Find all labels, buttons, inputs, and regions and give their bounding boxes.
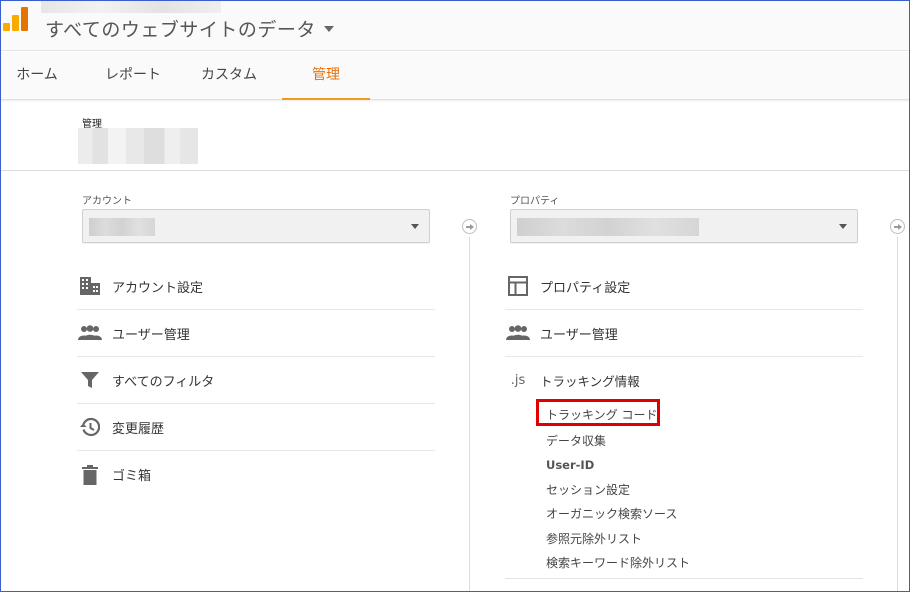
property-select-value-redacted	[517, 218, 699, 236]
all-filters-label: すべてのフィルタ	[112, 374, 215, 390]
layout-icon	[506, 274, 530, 298]
people-icon	[78, 321, 102, 345]
account-settings-label: アカウント設定	[112, 280, 204, 296]
caret-down-icon	[323, 25, 334, 32]
data-collection-link[interactable]: データ収集	[546, 432, 606, 449]
session-settings-link[interactable]: セッション設定	[546, 481, 630, 498]
arrow-right-icon	[890, 219, 905, 234]
column-divider	[897, 237, 898, 591]
dropdown-arrow-icon	[411, 224, 419, 229]
analytics-logo-icon[interactable]	[1, 5, 31, 33]
tracking-info-label: トラッキング情報	[540, 374, 640, 389]
main-tabs: ホーム レポート カスタム 管理	[1, 52, 909, 100]
section-divider	[1, 170, 909, 171]
trash-icon	[78, 463, 102, 487]
top-bar: すべてのウェブサイトのデータ	[1, 1, 909, 51]
property-select[interactable]	[510, 209, 858, 243]
tab-home[interactable]: ホーム	[1, 52, 73, 100]
column-divider	[469, 237, 470, 591]
tracking-code-link[interactable]: トラッキング コード	[546, 406, 657, 423]
view-selector[interactable]: すべてのウェブサイトのデータ	[45, 15, 334, 42]
filter-icon	[78, 368, 102, 392]
building-icon	[78, 274, 102, 298]
user-id-link[interactable]: User-ID	[546, 458, 594, 472]
dropdown-arrow-icon	[839, 224, 847, 229]
arrow-right-icon	[462, 219, 477, 234]
referral-exclusion-list-link[interactable]: 参照元除外リスト	[546, 530, 642, 547]
search-term-exclusion-list-link[interactable]: 検索キーワード除外リスト	[546, 554, 690, 571]
account-breadcrumb-redacted	[41, 1, 221, 13]
account-user-management-label: ユーザー管理	[112, 327, 190, 343]
account-name-redacted	[78, 128, 198, 164]
organic-search-sources-link[interactable]: オーガニック検索ソース	[546, 505, 677, 522]
account-select[interactable]	[82, 209, 430, 243]
tab-reports[interactable]: レポート	[93, 52, 173, 100]
history-icon	[78, 415, 102, 439]
change-history-item[interactable]: 変更履歴	[77, 404, 435, 451]
app-window: すべてのウェブサイトのデータ ホーム レポート カスタム 管理 管理 アカウント…	[0, 0, 910, 592]
property-user-management-item[interactable]: ユーザー管理	[505, 310, 863, 357]
property-settings-label: プロパティ設定	[540, 280, 631, 296]
property-settings-item[interactable]: プロパティ設定	[505, 263, 863, 310]
account-user-management-item[interactable]: ユーザー管理	[77, 310, 435, 357]
property-user-management-label: ユーザー管理	[540, 327, 618, 343]
property-column-label: プロパティ	[510, 196, 560, 207]
view-title: すべてのウェブサイトのデータ	[45, 19, 316, 41]
all-filters-item[interactable]: すべてのフィルタ	[77, 357, 435, 404]
trash-label: ゴミ箱	[112, 469, 152, 484]
tracking-info-item[interactable]: .js トラッキング情報	[505, 357, 863, 404]
js-icon-text: .js	[510, 373, 526, 388]
account-settings-item[interactable]: アカウント設定	[77, 263, 435, 310]
trash-item[interactable]: ゴミ箱	[77, 451, 435, 498]
tab-custom[interactable]: カスタム	[187, 52, 271, 100]
people-icon	[506, 321, 530, 345]
change-history-label: 変更履歴	[112, 421, 165, 437]
tab-admin[interactable]: 管理	[282, 52, 370, 100]
js-icon: .js	[506, 369, 530, 393]
account-select-value-redacted	[89, 218, 155, 236]
account-column-label: アカウント	[82, 196, 132, 207]
section-divider	[505, 578, 863, 579]
